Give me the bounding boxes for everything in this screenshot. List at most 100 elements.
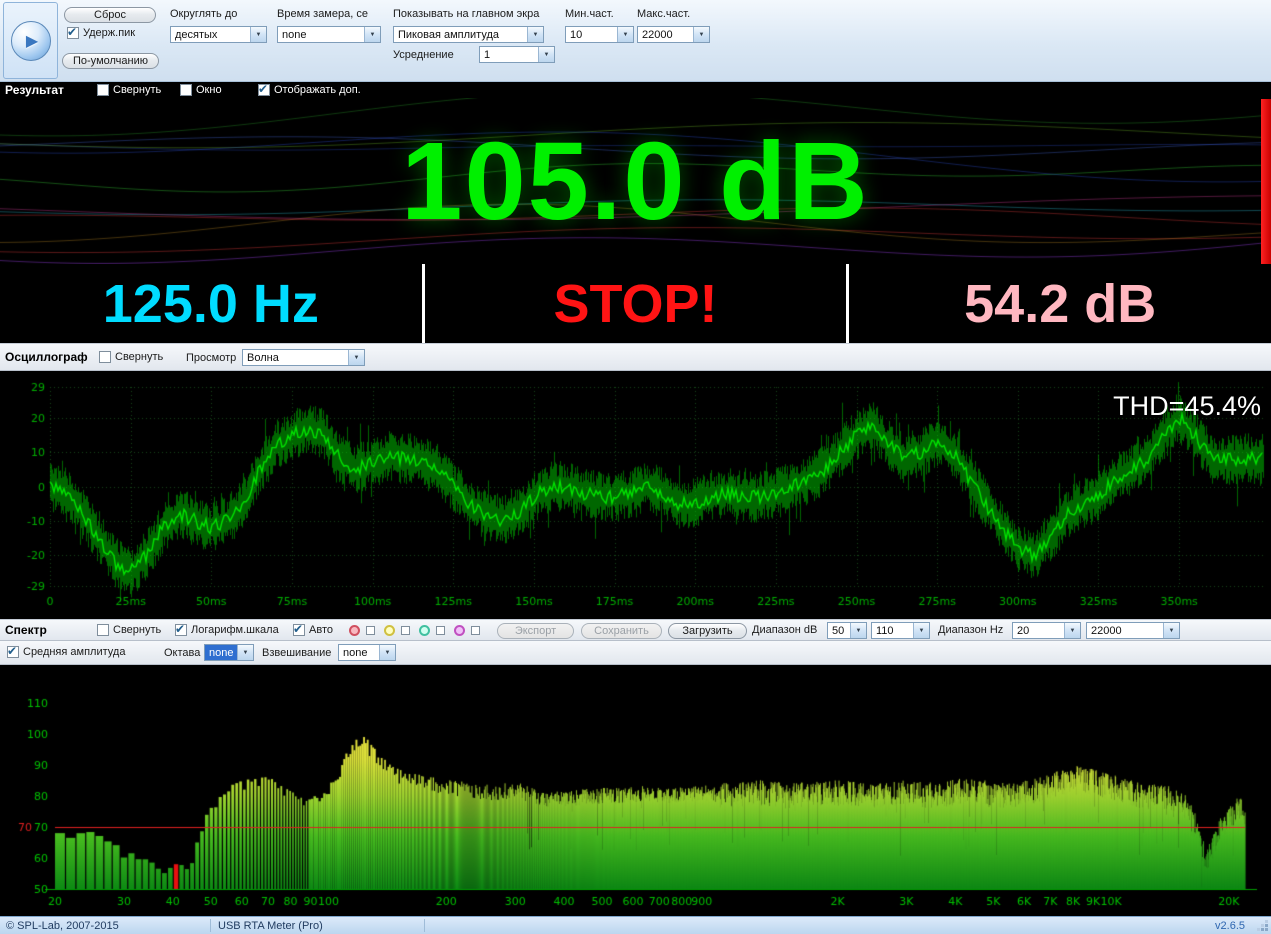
octave-label: Октава (164, 647, 201, 659)
checkbox-box: ✔ (7, 644, 19, 658)
trace-color-2-icon[interactable] (384, 625, 395, 636)
trace-2-checkbox[interactable] (401, 626, 410, 635)
chevron-down-icon: ▼ (237, 645, 253, 660)
check-icon: ✔ (293, 622, 304, 636)
averaging-label: Усреднение (393, 49, 454, 61)
main-level-value: 105.0 dB (401, 119, 870, 243)
defaults-button[interactable]: По-умолчанию (62, 53, 159, 69)
range-hz-min-combo[interactable]: 20 ▼ (1012, 622, 1081, 639)
measure-time-combo[interactable]: none ▼ (277, 26, 381, 43)
check-icon: ✔ (258, 82, 269, 96)
oscilloscope-section-bar: Осциллограф Свернуть Просмотр Волна ▼ (0, 343, 1271, 371)
weighting-label: Взвешивание (262, 647, 332, 659)
min-freq-combo[interactable]: 10 ▼ (565, 26, 634, 43)
chevron-down-icon: ▼ (913, 623, 929, 638)
range-db-max-combo[interactable]: 110 ▼ (871, 622, 930, 639)
range-db-min-combo[interactable]: 50 ▼ (827, 622, 867, 639)
frequency-value: 125.0 Hz (0, 264, 422, 343)
weighting-combo[interactable]: none ▼ (338, 644, 396, 661)
app-name-text: USB RTA Meter (Pro) (218, 920, 323, 932)
resize-grip[interactable] (1257, 920, 1269, 932)
log-scale-checkbox[interactable]: ✔ Логарифм.шкала (175, 622, 279, 636)
min-freq-label: Мин.част. (565, 8, 614, 20)
spectrum-options-bar: ✔ Средняя амплитуда Октава none ▼ Взвешив… (0, 641, 1271, 665)
stop-indicator: STOP! (421, 264, 850, 343)
checkbox-box: ✔ (67, 25, 79, 39)
secondary-level-value: 54.2 dB (849, 264, 1271, 343)
spectrum-canvas (0, 665, 1271, 916)
trace-1-checkbox[interactable] (366, 626, 375, 635)
chevron-down-icon: ▼ (1064, 623, 1080, 638)
chevron-down-icon: ▼ (1163, 623, 1179, 638)
avg-amplitude-checkbox[interactable]: ✔ Средняя амплитуда (7, 644, 125, 658)
auto-checkbox[interactable]: ✔ Авто (293, 622, 333, 636)
view-combo[interactable]: Волна ▼ (242, 349, 365, 366)
play-icon: ▶ (10, 20, 51, 61)
version-text: v2.6.5 (1215, 920, 1245, 932)
hold-peak-label: Удерж.пик (83, 27, 136, 39)
chevron-down-icon: ▼ (617, 27, 633, 42)
main-level-display: 105.0 dB (0, 98, 1271, 264)
range-hz-label: Диапазон Hz (938, 624, 1004, 636)
chevron-down-icon: ▼ (379, 645, 395, 660)
checkbox-box: ✔ (258, 82, 270, 96)
checkbox-box: ✔ (175, 622, 187, 636)
result-section-title: Результат (5, 83, 64, 97)
result-section-bar: Результат Свернуть Окно ✔ Отображать доп… (0, 82, 1271, 98)
max-freq-combo[interactable]: 22000 ▼ (637, 26, 710, 43)
spectrum-display (0, 665, 1271, 916)
view-label: Просмотр (186, 352, 237, 364)
trace-color-3-icon[interactable] (419, 625, 430, 636)
round-to-combo[interactable]: десятых ▼ (170, 26, 267, 43)
chevron-down-icon: ▼ (527, 27, 543, 42)
check-icon: ✔ (67, 25, 78, 39)
measure-time-label: Время замера, се (277, 8, 368, 20)
copyright-text: © SPL-Lab, 2007-2015 (6, 920, 119, 932)
check-icon: ✔ (175, 622, 186, 636)
status-bar: © SPL-Lab, 2007-2015 USB RTA Meter (Pro)… (0, 916, 1271, 934)
oscilloscope-collapse-checkbox[interactable]: Свернуть (99, 351, 163, 363)
octave-combo[interactable]: none ▼ (204, 644, 254, 661)
result-collapse-checkbox[interactable]: Свернуть (97, 84, 161, 96)
result-show-extra-checkbox[interactable]: ✔ Отображать доп. (258, 82, 361, 96)
trace-3-checkbox[interactable] (436, 626, 445, 635)
reset-button[interactable]: Сброс (64, 7, 156, 23)
show-on-main-combo[interactable]: Пиковая амплитуда ▼ (393, 26, 544, 43)
oscilloscope-display: THD=45.4% (0, 371, 1271, 619)
load-button[interactable]: Загрузить (668, 623, 747, 639)
oscilloscope-section-title: Осциллограф (5, 350, 88, 364)
checkbox-box (97, 624, 109, 636)
checkbox-box (180, 84, 192, 96)
chevron-down-icon: ▼ (850, 623, 866, 638)
trace-color-1-icon[interactable] (349, 625, 360, 636)
hold-peak-checkbox[interactable]: ✔ Удерж.пик (67, 25, 136, 39)
spectrum-section-title: Спектр (5, 623, 47, 637)
spectrum-collapse-checkbox[interactable]: Свернуть (97, 624, 161, 636)
save-button[interactable]: Сохранить (581, 623, 662, 639)
oscilloscope-canvas (0, 371, 1271, 619)
max-freq-label: Макс.част. (637, 8, 691, 20)
chevron-down-icon: ▼ (348, 350, 364, 365)
spectrum-section-bar: Спектр Свернуть ✔ Логарифм.шкала ✔ Авто … (0, 619, 1271, 641)
trace-color-4-icon[interactable] (454, 625, 465, 636)
averaging-combo[interactable]: 1 ▼ (479, 46, 555, 63)
spl-lab-rta-app: ▶ Сброс ✔ Удерж.пик По-умолчанию Округля… (0, 0, 1271, 934)
start-measure-button[interactable]: ▶ (3, 2, 58, 79)
export-button[interactable]: Экспорт (497, 623, 574, 639)
checkbox-box (99, 351, 111, 363)
status-separator (424, 919, 425, 932)
show-on-main-label: Показывать на главном экра (393, 8, 540, 20)
status-separator (210, 919, 211, 932)
checkbox-box (97, 84, 109, 96)
thd-readout: THD=45.4% (1113, 391, 1261, 421)
range-hz-max-combo[interactable]: 22000 ▼ (1086, 622, 1180, 639)
range-db-label: Диапазон dB (752, 624, 818, 636)
trace-4-checkbox[interactable] (471, 626, 480, 635)
checkbox-box: ✔ (293, 622, 305, 636)
secondary-displays: 125.0 Hz STOP! 54.2 dB (0, 264, 1271, 343)
round-to-label: Округлять до (170, 8, 238, 20)
chevron-down-icon: ▼ (693, 27, 709, 42)
result-window-checkbox[interactable]: Окно (180, 84, 222, 96)
chevron-down-icon: ▼ (364, 27, 380, 42)
chevron-down-icon: ▼ (250, 27, 266, 42)
